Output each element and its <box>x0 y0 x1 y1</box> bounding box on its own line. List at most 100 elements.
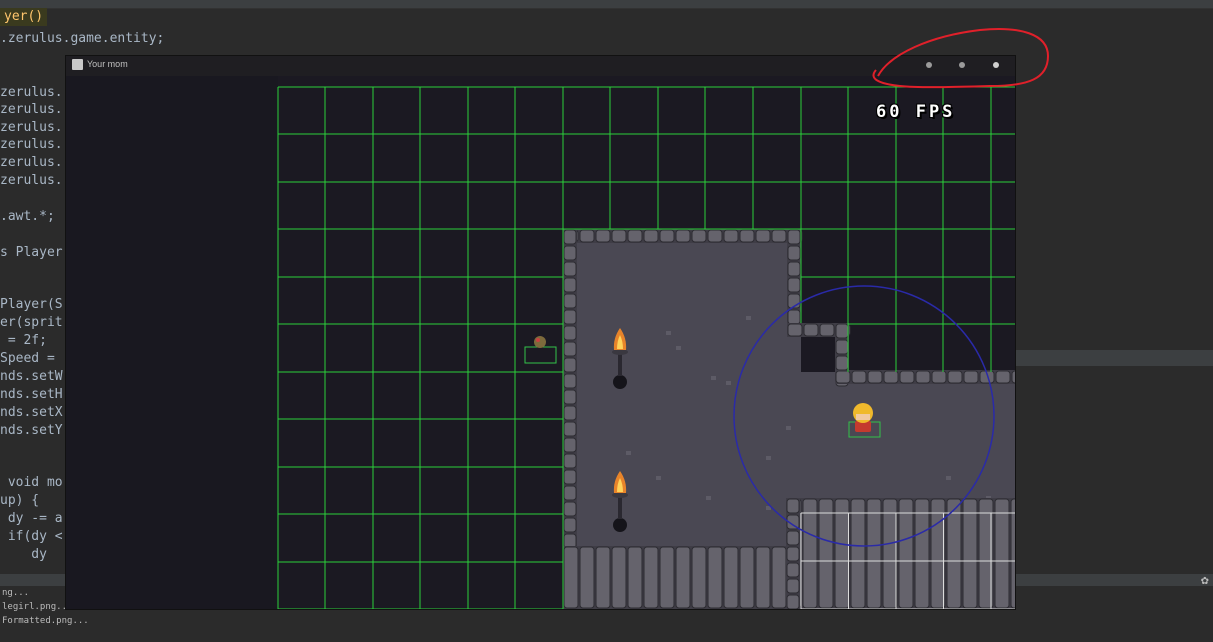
code-line[interactable]: zerulus. <box>0 136 63 154</box>
code-line[interactable]: = 2f; <box>0 332 47 350</box>
wall-stone <box>563 341 577 357</box>
wall-stone <box>930 498 946 609</box>
wall-stone <box>866 498 882 609</box>
code-line[interactable]: dy <box>0 546 47 564</box>
floor-pebble <box>946 476 951 480</box>
wall-stone <box>787 261 801 277</box>
wall-stone <box>611 546 627 609</box>
code-line[interactable]: zerulus. <box>0 154 63 172</box>
torch-pole <box>618 495 622 519</box>
wall-stone <box>786 498 800 514</box>
wall-stone <box>771 229 787 243</box>
wall-stone <box>786 594 800 609</box>
floor-pebble <box>626 451 631 455</box>
wall-stone <box>563 293 577 309</box>
game-canvas[interactable]: 60 FPS <box>66 76 1015 609</box>
wall-stone <box>563 453 577 469</box>
code-line[interactable]: zerulus. <box>0 84 63 102</box>
wall-stone <box>899 370 915 384</box>
wall-stone <box>563 533 577 549</box>
wall-stone <box>850 498 866 609</box>
wall-stone <box>563 389 577 405</box>
wall-stone <box>611 229 627 243</box>
wall-stone <box>786 578 800 594</box>
floor-pebble <box>711 376 716 380</box>
wall-stone <box>643 546 659 609</box>
code-line[interactable]: nds.setX <box>0 404 63 422</box>
floor-pebble <box>666 331 671 335</box>
wall-stone <box>563 469 577 485</box>
wall-stone <box>803 323 819 337</box>
wall-stone <box>707 546 723 609</box>
window-title: Your mom <box>87 59 128 69</box>
enemy-sprite <box>534 336 546 348</box>
code-line[interactable]: if(dy < <box>0 528 63 546</box>
wall-stone <box>707 229 723 243</box>
wall-stone <box>563 405 577 421</box>
wall-stone <box>962 498 978 609</box>
wall-stone <box>659 546 675 609</box>
wall-stone <box>675 229 691 243</box>
wall-stone <box>579 229 595 243</box>
wall-stone <box>563 309 577 325</box>
code-line[interactable]: zerulus. <box>0 101 63 119</box>
wall-stone <box>786 562 800 578</box>
wall-stone <box>563 277 577 293</box>
code-line[interactable]: .zerulus.game.entity; <box>0 30 164 48</box>
game-window[interactable]: Your mom 60 FPS <box>66 56 1015 609</box>
fps-counter: 60 FPS <box>876 102 956 122</box>
wall-stone <box>563 229 577 245</box>
ide-side-panel <box>1016 350 1213 366</box>
enemy-hitbox <box>524 346 557 364</box>
wall-stone <box>691 229 707 243</box>
wall-stone <box>691 546 707 609</box>
player-face <box>856 414 870 420</box>
code-line[interactable]: Player(S <box>0 296 63 314</box>
wall-stone <box>818 498 834 609</box>
wall-stone <box>627 546 643 609</box>
code-line[interactable]: Speed = <box>0 350 55 368</box>
wall-stone <box>851 370 867 384</box>
wall-stone <box>563 421 577 437</box>
wall-stone <box>595 546 611 609</box>
wall-stone <box>563 437 577 453</box>
game-scene <box>66 76 1015 609</box>
wall-stone <box>643 229 659 243</box>
wall-stone <box>1010 498 1015 609</box>
wall-stone <box>563 261 577 277</box>
wall-stone <box>835 323 849 339</box>
wall-stone <box>739 229 755 243</box>
code-line[interactable]: up) { <box>0 492 39 510</box>
code-line[interactable]: yer() <box>0 8 48 26</box>
ide-tab-bar <box>0 0 1213 9</box>
wall-stone <box>835 355 849 371</box>
code-line[interactable]: nds.setY <box>0 422 63 440</box>
code-line[interactable]: nds.setH <box>0 386 63 404</box>
wall-stone <box>914 498 930 609</box>
wall-stone <box>723 546 739 609</box>
wall-stone <box>963 370 979 384</box>
wall-stone <box>995 370 1011 384</box>
wall-stone <box>1011 370 1015 384</box>
wall-stone <box>802 498 818 609</box>
code-line[interactable]: .awt.*; <box>0 208 55 226</box>
wall-stone <box>787 309 801 325</box>
floor-pebble <box>766 456 771 460</box>
wall-stone <box>883 370 899 384</box>
wall-stone <box>786 530 800 546</box>
wall-stone <box>563 373 577 389</box>
wall-stone <box>787 245 801 261</box>
red-annotation-circle <box>872 28 1050 89</box>
wall-stone <box>882 498 898 609</box>
wall-stone <box>787 277 801 293</box>
wall-stone <box>787 229 801 245</box>
code-line[interactable]: zerulus. <box>0 119 63 137</box>
code-line[interactable]: zerulus. <box>0 172 63 190</box>
code-line[interactable]: s Player <box>0 244 63 262</box>
wall-stone <box>787 323 803 337</box>
code-line[interactable]: er(sprit <box>0 314 63 332</box>
code-line[interactable]: void mo <box>0 474 63 492</box>
wall-stone <box>898 498 914 609</box>
code-line[interactable]: dy -= a <box>0 510 63 528</box>
code-line[interactable]: nds.setW <box>0 368 63 386</box>
